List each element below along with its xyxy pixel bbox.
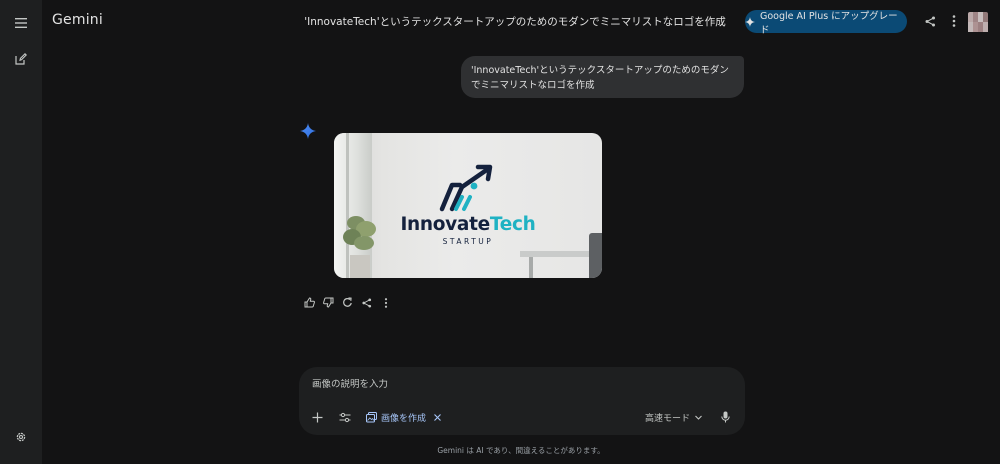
share-icon[interactable]: [921, 12, 939, 30]
new-chat-icon[interactable]: [10, 48, 32, 70]
chevron-down-icon: [695, 415, 702, 420]
logo-tagline: STARTUP: [442, 237, 494, 246]
prompt-composer: 画像を作成 高速モード: [299, 367, 745, 435]
logo-mark: [439, 164, 493, 212]
more-vert-icon[interactable]: [945, 12, 963, 30]
response-actions: [303, 296, 392, 309]
image-tool-chip[interactable]: 画像を作成: [366, 410, 442, 424]
add-icon[interactable]: [310, 410, 324, 424]
sparkle-icon: [745, 16, 755, 27]
upgrade-label: Google AI Plus にアップグレード: [759, 10, 898, 36]
close-icon[interactable]: [433, 413, 442, 422]
generated-image[interactable]: InnovateTech STARTUP: [334, 133, 602, 278]
image-tool-label: 画像を作成: [381, 413, 427, 424]
mode-label: 高速モード: [645, 413, 691, 424]
user-message: 'InnovateTech'というテックスタートアップのためのモダンでミニマリス…: [461, 56, 744, 98]
logo-name-accent: Tech: [489, 214, 536, 235]
avatar[interactable]: [968, 12, 988, 32]
regenerate-icon[interactable]: [341, 296, 354, 309]
mode-selector[interactable]: 高速モード: [645, 410, 703, 424]
logo-wordmark: InnovateTech: [334, 214, 602, 235]
sparkle-icon: [300, 123, 316, 139]
thumb-up-icon[interactable]: [303, 296, 316, 309]
upgrade-button[interactable]: Google AI Plus にアップグレード: [745, 10, 907, 36]
desk-leg: [529, 257, 533, 278]
mic-icon[interactable]: [718, 410, 732, 424]
image-icon: [366, 411, 377, 422]
prompt-input[interactable]: [312, 379, 612, 390]
disclaimer: Gemini は AI であり、間違えることがあります。: [437, 446, 605, 455]
share-icon[interactable]: [360, 296, 373, 309]
sidebar: [0, 0, 42, 464]
thumb-down-icon[interactable]: [322, 296, 335, 309]
more-vert-icon[interactable]: [379, 296, 392, 309]
tune-icon[interactable]: [338, 410, 352, 424]
logo-name-dark: Innovate: [400, 214, 490, 235]
